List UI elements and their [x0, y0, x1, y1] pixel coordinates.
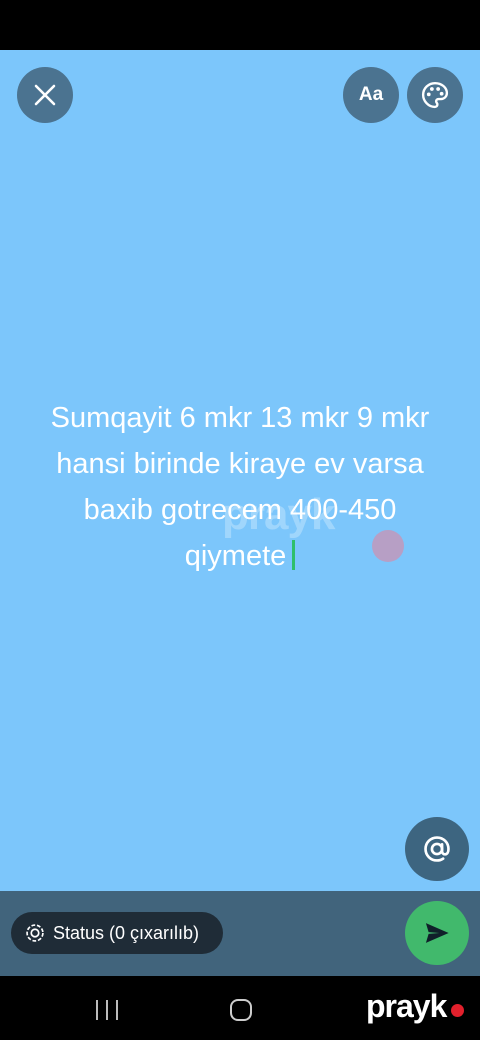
brand-logo-dot	[451, 1004, 464, 1017]
recent-apps-button[interactable]	[96, 1000, 118, 1020]
status-text-line: hansi birinde kiraye ev varsa	[56, 448, 424, 480]
watermark-dot	[372, 530, 404, 562]
home-button[interactable]	[230, 999, 252, 1021]
status-text-line: Sumqayit 6 mkr 13 mkr 9 mkr	[50, 402, 430, 434]
bottom-bar: Status (0 çıxarılıb)	[0, 891, 480, 976]
status-privacy-button[interactable]: Status (0 çıxarılıb)	[11, 912, 223, 954]
font-style-label: Aa	[358, 84, 384, 105]
watermark: prayk	[222, 490, 335, 539]
brand-logo: prayk	[366, 988, 447, 1024]
status-privacy-label: Status (0 çıxarılıb)	[53, 922, 200, 943]
background-color-button[interactable]	[407, 67, 463, 123]
font-style-button[interactable]: Aa	[343, 67, 399, 123]
send-button[interactable]	[405, 901, 469, 965]
text-cursor	[292, 540, 296, 570]
status-text-line: qiymete	[184, 540, 287, 572]
send-icon	[425, 923, 449, 943]
close-icon	[34, 84, 56, 106]
system-navigation-bar: prayk	[0, 976, 480, 1040]
status-editor-canvas[interactable]: Aa Sumqayit 6 mkr 13 mkr 9 mkr hansi bir…	[0, 50, 480, 891]
privacy-icon	[26, 924, 44, 942]
at-icon	[424, 836, 450, 862]
mention-button[interactable]	[405, 817, 469, 881]
system-status-bar	[0, 0, 480, 50]
palette-icon	[421, 81, 449, 109]
close-button[interactable]	[17, 67, 73, 123]
